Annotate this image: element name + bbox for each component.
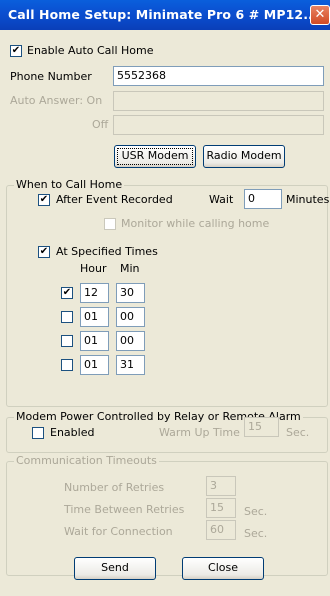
time-min-field[interactable]: 30 (116, 283, 145, 303)
time-enable-checkbox[interactable] (61, 311, 73, 323)
time-between-retries-unit: Sec. (244, 505, 268, 518)
dialog-body: Enable Auto Call Home Phone Number 55523… (4, 30, 330, 596)
close-window-icon[interactable]: ✕ (310, 5, 330, 25)
modem-power-enabled-checkbox[interactable] (32, 427, 44, 439)
wait-minutes-field[interactable]: 0 (244, 189, 282, 209)
warm-up-time-field[interactable]: 15 (244, 417, 279, 437)
time-hour-field[interactable]: 01 (80, 331, 109, 351)
monitor-while-calling-checkbox[interactable] (104, 218, 116, 230)
number-of-retries-field[interactable]: 3 (206, 476, 236, 496)
modem-power-enabled-label: Enabled (50, 426, 95, 439)
time-min-field[interactable]: 00 (116, 307, 145, 327)
auto-answer-off-field[interactable] (113, 115, 324, 135)
wait-label: Wait (209, 193, 234, 206)
wait-for-connection-label: Wait for Connection (64, 525, 173, 538)
at-specified-times-checkbox[interactable] (38, 246, 50, 258)
send-button[interactable]: Send (74, 557, 156, 580)
after-event-recorded-label: After Event Recorded (56, 193, 173, 206)
title-bar: Call Home Setup: Minimate Pro 6 # MP12..… (0, 0, 330, 30)
time-enable-checkbox[interactable] (61, 335, 73, 347)
after-event-recorded-checkbox[interactable] (38, 194, 50, 206)
minutes-label: Minutes (286, 193, 330, 206)
time-between-retries-label: Time Between Retries (64, 503, 185, 516)
enable-auto-call-home-checkbox[interactable] (10, 45, 22, 57)
phone-number-field[interactable]: 5552368 (113, 66, 324, 86)
hour-column-header: Hour (80, 262, 107, 275)
time-hour-field[interactable]: 01 (80, 355, 109, 375)
communication-timeouts-group: Communication Timeouts (6, 454, 328, 576)
usr-modem-button[interactable]: USR Modem (114, 145, 196, 168)
wait-for-connection-unit: Sec. (244, 527, 268, 540)
when-to-call-home-legend: When to Call Home (14, 178, 125, 192)
radio-modem-button[interactable]: Radio Modem (203, 145, 285, 168)
communication-timeouts-legend: Communication Timeouts (14, 454, 159, 468)
time-hour-field[interactable]: 12 (80, 283, 109, 303)
window-title: Call Home Setup: Minimate Pro 6 # MP12..… (8, 7, 318, 22)
time-between-retries-field[interactable]: 15 (206, 498, 236, 518)
warm-up-time-label: Warm Up Time (159, 426, 240, 439)
auto-answer-on-label: Auto Answer: On (10, 94, 103, 107)
time-hour-field[interactable]: 01 (80, 307, 109, 327)
min-column-header: Min (120, 262, 140, 275)
auto-answer-off-label: Off (92, 118, 109, 131)
phone-number-label: Phone Number (10, 70, 92, 83)
time-enable-checkbox[interactable] (61, 359, 73, 371)
time-enable-checkbox[interactable] (61, 287, 73, 299)
time-min-field[interactable]: 00 (116, 331, 145, 351)
enable-auto-call-home-label: Enable Auto Call Home (27, 44, 154, 57)
wait-for-connection-field[interactable]: 60 (206, 520, 236, 540)
monitor-while-calling-label: Monitor while calling home (121, 217, 270, 230)
auto-answer-on-field[interactable] (113, 91, 324, 111)
close-button[interactable]: Close (182, 557, 264, 580)
number-of-retries-label: Number of Retries (64, 481, 165, 494)
time-min-field[interactable]: 31 (116, 355, 145, 375)
warm-up-unit-label: Sec. (286, 426, 310, 439)
at-specified-times-label: At Specified Times (56, 245, 158, 258)
